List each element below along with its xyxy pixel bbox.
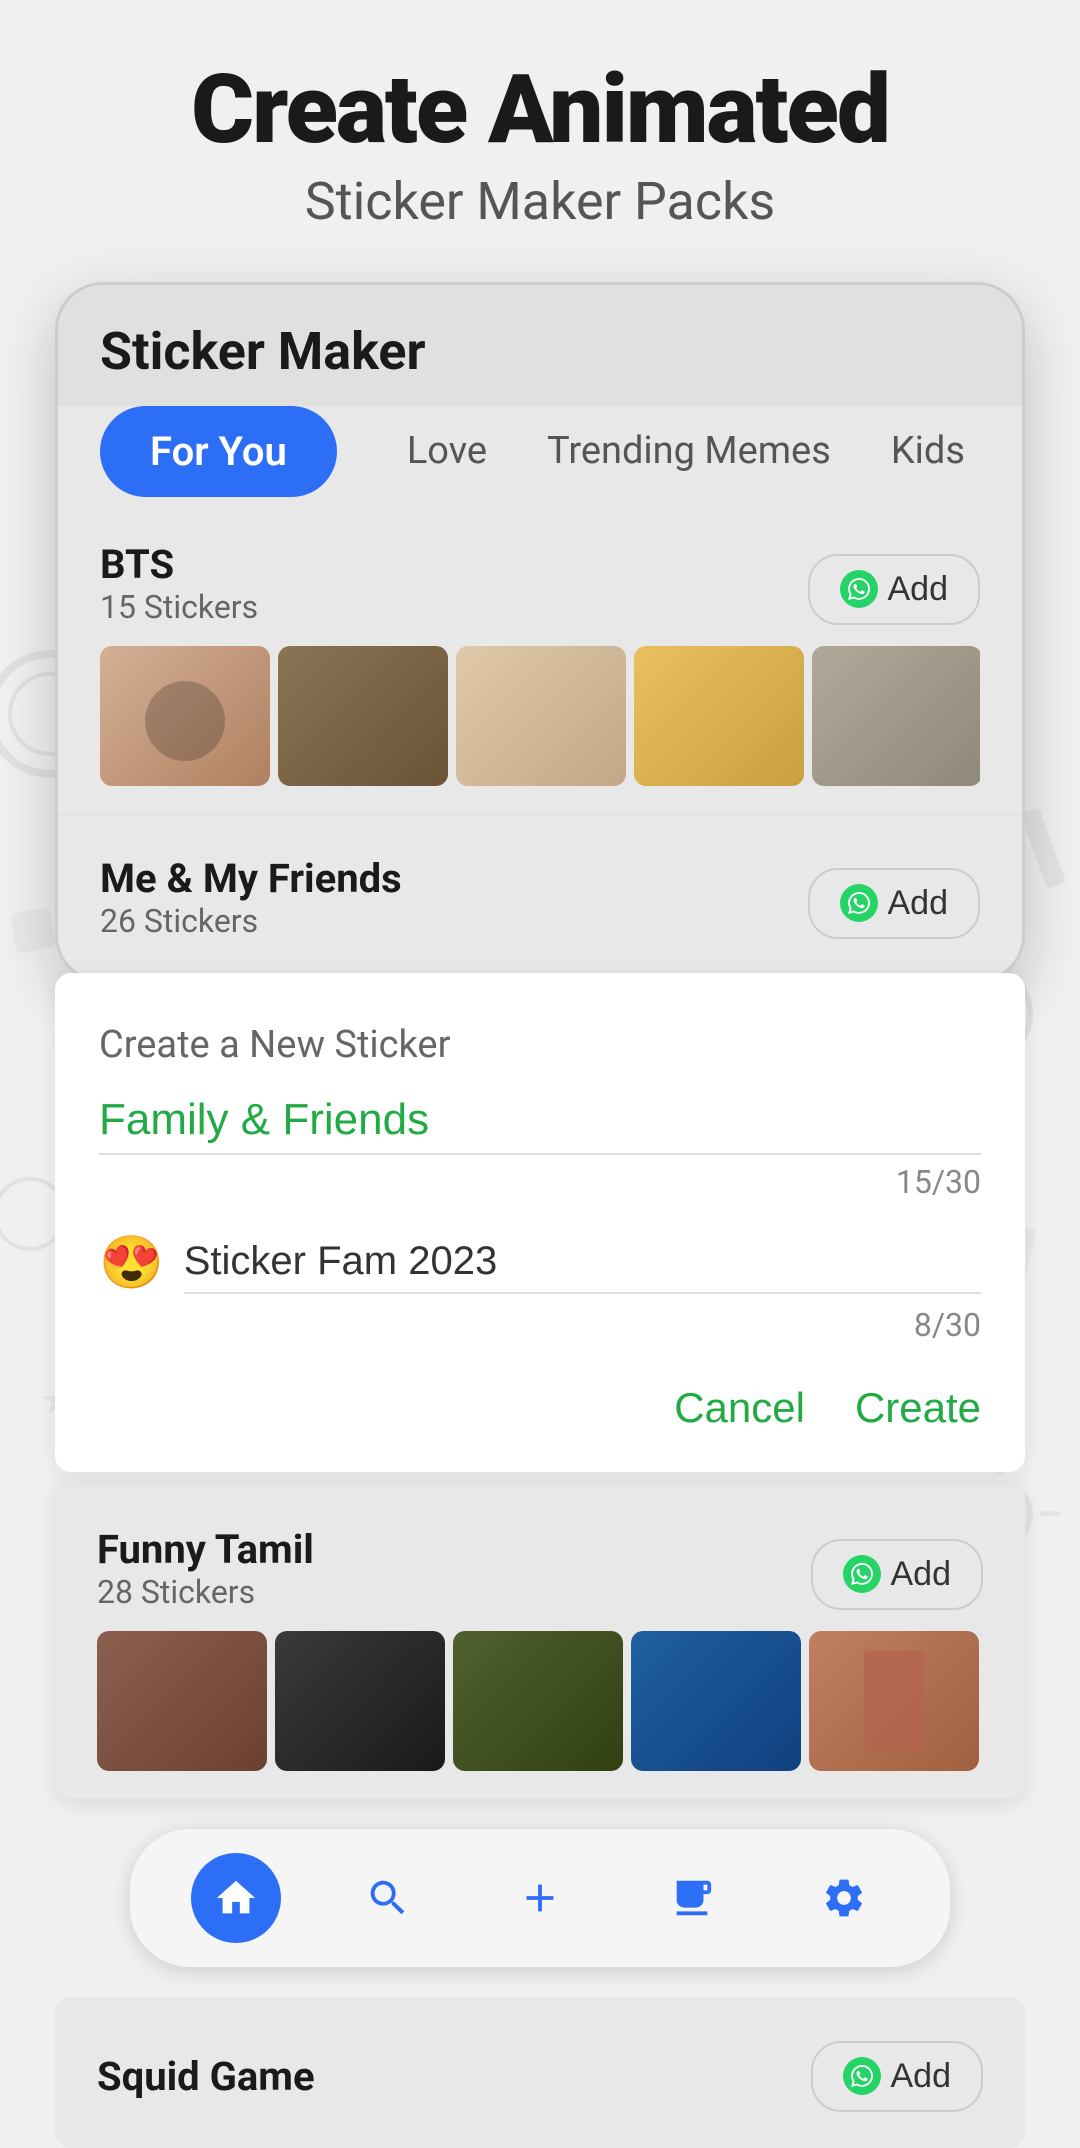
tab-row: For You Love Trending Memes Kids: [58, 406, 1022, 521]
bts-thumb-4: [634, 646, 804, 786]
page-title-line1: Create Animated: [191, 60, 889, 161]
sticker-pack-row: 😍: [99, 1231, 981, 1294]
funny-tamil-sticker-images: [97, 1631, 983, 1771]
packs-icon: [669, 1875, 715, 1921]
tab-kids[interactable]: Kids: [861, 419, 995, 483]
sticker-pack-squid-game: Squid Game Add: [55, 1997, 1025, 2148]
pack-count-bts: 15 Stickers: [100, 588, 258, 626]
sticker-pack-emoji: 😍: [99, 1232, 164, 1293]
pack-name-funny-tamil: Funny Tamil: [97, 1526, 314, 1573]
search-icon: [365, 1875, 411, 1921]
funny-tamil-thumb-5: [809, 1631, 979, 1771]
nav-settings[interactable]: [799, 1853, 889, 1943]
tab-love[interactable]: Love: [377, 419, 517, 483]
create-sticker-section: Create a New Sticker 15/30 😍 8/30 Cancel…: [55, 973, 1025, 1472]
funny-tamil-thumb-2: [275, 1631, 445, 1771]
bts-thumb-5: [812, 646, 980, 786]
sticker-pack-input[interactable]: [184, 1231, 981, 1294]
pack-name-char-count: 15/30: [99, 1163, 981, 1201]
whatsapp-icon-funny-tamil: [843, 1555, 881, 1593]
phone-mockup: Sticker Maker For You Love Trending Meme…: [55, 282, 1025, 983]
add-icon: [517, 1875, 563, 1921]
nav-home[interactable]: [191, 1853, 281, 1943]
nav-packs[interactable]: [647, 1853, 737, 1943]
whatsapp-icon-bts: [840, 570, 878, 608]
nav-add[interactable]: [495, 1853, 585, 1943]
whatsapp-icon-friends: [840, 884, 878, 922]
pack-name-squid-game: Squid Game: [97, 2053, 315, 2100]
pack-name-bts: BTS: [100, 541, 258, 588]
app-title: Sticker Maker: [100, 321, 980, 382]
tab-for-you[interactable]: For You: [100, 406, 337, 497]
page-subtitle: Sticker Maker Packs: [305, 171, 776, 232]
bts-thumb-1: [100, 646, 270, 786]
bts-thumb-2: [278, 646, 448, 786]
pack-name-friends: Me & My Friends: [100, 855, 402, 902]
pack-name-input[interactable]: [99, 1087, 981, 1155]
funny-tamil-thumb-3: [453, 1631, 623, 1771]
cancel-button[interactable]: Cancel: [674, 1384, 805, 1432]
sticker-pack-funny-tamil: Funny Tamil 28 Stickers Add: [55, 1482, 1025, 1799]
bottom-navigation: [130, 1829, 950, 1967]
add-button-funny-tamil[interactable]: Add: [811, 1539, 984, 1610]
whatsapp-icon-squid-game: [843, 2057, 881, 2095]
pack-count-friends: 26 Stickers: [100, 902, 402, 940]
add-button-squid-game[interactable]: Add: [811, 2041, 984, 2112]
sticker-pack-bts: BTS 15 Stickers Add: [58, 521, 1022, 814]
add-label-friends: Add: [888, 884, 949, 923]
tab-trending-memes[interactable]: Trending Memes: [517, 419, 861, 483]
settings-icon: [821, 1875, 867, 1921]
add-button-friends[interactable]: Add: [808, 868, 981, 939]
bts-thumb-3: [456, 646, 626, 786]
add-button-bts[interactable]: Add: [808, 554, 981, 625]
funny-tamil-thumb-1: [97, 1631, 267, 1771]
nav-search[interactable]: [343, 1853, 433, 1943]
create-section-title: Create a New Sticker: [99, 1023, 981, 1067]
sticker-pack-char-count: 8/30: [99, 1306, 981, 1344]
funny-tamil-thumb-4: [631, 1631, 801, 1771]
home-icon: [213, 1875, 259, 1921]
pack-count-funny-tamil: 28 Stickers: [97, 1573, 314, 1611]
add-label-bts: Add: [888, 570, 949, 609]
add-label-funny-tamil: Add: [891, 1555, 952, 1594]
create-button[interactable]: Create: [855, 1384, 981, 1432]
action-row: Cancel Create: [99, 1374, 981, 1442]
add-label-squid-game: Add: [891, 2057, 952, 2096]
bts-sticker-images: [100, 646, 980, 786]
